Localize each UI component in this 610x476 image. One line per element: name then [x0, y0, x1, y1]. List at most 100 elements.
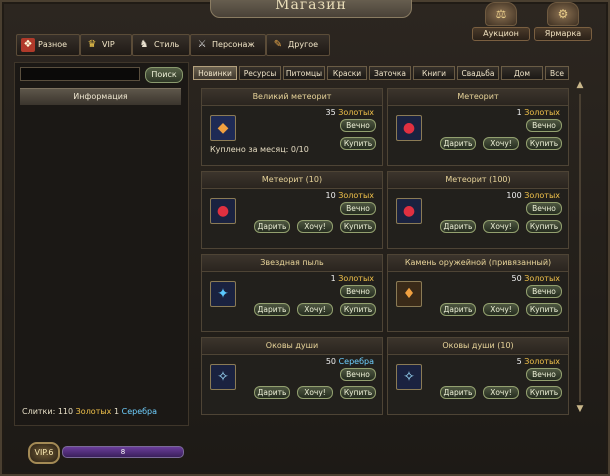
tab-enchant[interactable]: Заточка: [369, 66, 411, 80]
item-price: 50 Серебра: [326, 357, 374, 366]
tab-new[interactable]: Новинки: [193, 66, 237, 80]
price-currency: Золотых: [524, 357, 560, 366]
buy-button[interactable]: Купить: [340, 137, 376, 150]
soul-shackles-icon[interactable]: ✧: [210, 364, 236, 390]
want-button[interactable]: Хочу!: [483, 220, 519, 233]
forever-button[interactable]: Вечно: [340, 119, 376, 132]
buy-button[interactable]: Купить: [340, 303, 376, 316]
tab-paints[interactable]: Краски: [327, 66, 367, 80]
item-title: Метеорит (100): [388, 172, 568, 189]
gift-button[interactable]: Дарить: [440, 303, 476, 316]
category-label: VIP: [102, 40, 115, 49]
want-button[interactable]: Хочу!: [297, 220, 333, 233]
buy-button[interactable]: Купить: [340, 386, 376, 399]
category-misc[interactable]: ❖ Разное: [16, 34, 80, 56]
armory-stone-icon[interactable]: ♦: [396, 281, 422, 307]
fair-button[interactable]: ⚙ Ярмарка: [534, 2, 592, 44]
gift-button[interactable]: Дарить: [254, 386, 290, 399]
forever-button[interactable]: Вечно: [526, 368, 562, 381]
left-panel: [14, 62, 189, 426]
tab-wedding[interactable]: Свадьба: [457, 66, 499, 80]
item-price: 50 Золотых: [512, 274, 560, 283]
category-character[interactable]: ⚔ Персонаж: [190, 34, 266, 56]
buy-button[interactable]: Купить: [526, 386, 562, 399]
want-button[interactable]: Хочу!: [297, 386, 333, 399]
want-button[interactable]: Хочу!: [483, 303, 519, 316]
buy-button[interactable]: Купить: [526, 137, 562, 150]
silver-unit: Серебра: [121, 407, 158, 416]
grid-scrollbar[interactable]: ▲ ▼: [575, 76, 585, 418]
vip-level-bar: 8: [62, 446, 184, 458]
gift-button[interactable]: Дарить: [440, 220, 476, 233]
tab-resources[interactable]: Ресурсы: [239, 66, 281, 80]
meteorite-icon[interactable]: ●: [210, 198, 236, 224]
auction-button[interactable]: ⚖ Аукцион: [472, 2, 530, 44]
item-price: 100 Золотых: [506, 191, 560, 200]
category-label: Разное: [38, 40, 68, 49]
window-title-banner: Магазин: [210, 0, 412, 18]
category-label: Другое: [288, 40, 319, 49]
item-price: 5 Золотых: [517, 357, 560, 366]
want-button[interactable]: Хочу!: [483, 386, 519, 399]
item-card: Метеорит ● 1 Золотых Вечно Дарить Хочу! …: [387, 88, 569, 166]
tab-all[interactable]: Все: [545, 66, 569, 80]
item-price: 1 Золотых: [331, 274, 374, 283]
item-title: Метеорит (10): [202, 172, 382, 189]
price-currency: Золотых: [338, 108, 374, 117]
gift-button[interactable]: Дарить: [440, 386, 476, 399]
want-button[interactable]: Хочу!: [297, 303, 333, 316]
vip-badge[interactable]: VIP.6: [28, 442, 60, 464]
category-label: Стиль: [154, 40, 180, 49]
price-currency: Золотых: [338, 191, 374, 200]
buy-button[interactable]: Купить: [340, 220, 376, 233]
scroll-down-icon[interactable]: ▼: [575, 404, 585, 414]
search-button[interactable]: Поиск: [145, 67, 183, 83]
item-card: Камень оружейной (привязанный) ♦ 50 Золо…: [387, 254, 569, 332]
soul-shackles-icon[interactable]: ✧: [396, 364, 422, 390]
balance-label: Слитки:: [22, 407, 56, 416]
gift-button[interactable]: Дарить: [254, 220, 290, 233]
tab-house[interactable]: Дом: [501, 66, 543, 80]
price-amount: 1: [516, 108, 522, 117]
item-price: 35 Золотых: [326, 108, 374, 117]
item-card: Оковы души (10) ✧ 5 Золотых Вечно Дарить…: [387, 337, 569, 415]
item-price: 10 Золотых: [326, 191, 374, 200]
item-title: Метеорит: [388, 89, 568, 106]
bought-this-month: Куплено за месяц: 0/10: [210, 145, 309, 154]
auction-label: Аукцион: [472, 27, 530, 41]
buy-button[interactable]: Купить: [526, 220, 562, 233]
forever-button[interactable]: Вечно: [526, 285, 562, 298]
forever-button[interactable]: Вечно: [340, 202, 376, 215]
crown-icon: ♛: [87, 38, 97, 50]
auction-icon: ⚖: [485, 2, 517, 26]
forever-button[interactable]: Вечно: [526, 202, 562, 215]
fair-icon: ⚙: [547, 2, 579, 26]
price-amount: 35: [325, 108, 336, 117]
item-title: Камень оружейной (привязанный): [388, 255, 568, 272]
meteorite-icon[interactable]: ●: [396, 198, 422, 224]
forever-button[interactable]: Вечно: [340, 285, 376, 298]
category-style[interactable]: ♞ Стиль: [132, 34, 190, 56]
buy-button[interactable]: Купить: [526, 303, 562, 316]
category-vip[interactable]: ♛ VIP: [80, 34, 132, 56]
gift-button[interactable]: Дарить: [254, 303, 290, 316]
search-input[interactable]: [20, 67, 140, 81]
item-card: Звездная пыль ✦ 1 Золотых Вечно Дарить Х…: [201, 254, 383, 332]
meteorite-icon[interactable]: ◆: [210, 115, 236, 141]
meteorite-icon[interactable]: ●: [396, 115, 422, 141]
fair-label: Ярмарка: [534, 27, 592, 41]
price-currency: Золотых: [524, 191, 560, 200]
tab-pets[interactable]: Питомцы: [283, 66, 325, 80]
category-other[interactable]: ✎ Другое: [266, 34, 330, 56]
forever-button[interactable]: Вечно: [526, 119, 562, 132]
gift-button[interactable]: Дарить: [440, 137, 476, 150]
forever-button[interactable]: Вечно: [340, 368, 376, 381]
stardust-icon[interactable]: ✦: [210, 281, 236, 307]
scroll-track[interactable]: [579, 94, 581, 402]
info-header[interactable]: Информация: [20, 88, 181, 105]
item-price: 1 Золотых: [517, 108, 560, 117]
want-button[interactable]: Хочу!: [483, 137, 519, 150]
scroll-up-icon[interactable]: ▲: [575, 80, 585, 90]
tab-books[interactable]: Книги: [413, 66, 455, 80]
item-card: Метеорит (10) ● 10 Золотых Вечно Дарить …: [201, 171, 383, 249]
